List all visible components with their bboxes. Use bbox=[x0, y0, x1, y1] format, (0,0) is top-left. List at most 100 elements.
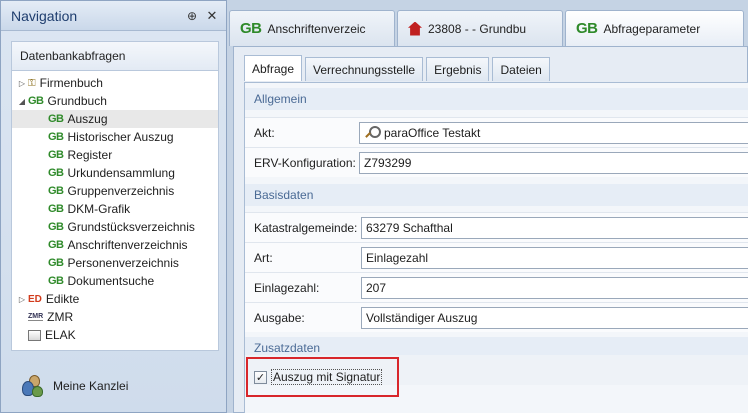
tree-item-firmenbuch[interactable]: ▷ ⚿ Firmenbuch bbox=[12, 74, 218, 92]
navigation-panel: Navigation ⊕ ✕ Datenbankabfragen ▷ ⚿ Fir… bbox=[0, 0, 227, 413]
tree-item-urkundensammlung[interactable]: GB Urkundensammlung bbox=[12, 164, 218, 182]
tree-item-label: Auszug bbox=[67, 112, 108, 126]
tree-item-label: ZMR bbox=[47, 310, 74, 324]
tab-label: Anschriftenverzeic bbox=[267, 21, 366, 36]
tree-item-auszug[interactable]: GB Auszug bbox=[12, 110, 218, 128]
zmr-icon: ZMR bbox=[28, 313, 44, 321]
tree-item-grundstuecksverzeichnis[interactable]: GB Grundstücksverzeichnis bbox=[12, 218, 218, 236]
gb-icon: GB bbox=[48, 203, 64, 215]
erv-value: Z793299 bbox=[364, 155, 412, 170]
tree-item-gruppenverzeichnis[interactable]: GB Gruppenverzeichnis bbox=[12, 182, 218, 200]
tree-item-dokumentsuche[interactable]: GB Dokumentsuche bbox=[12, 272, 218, 290]
gb-icon: GB bbox=[48, 239, 64, 251]
tree-item-zmr[interactable]: ZMR ZMR bbox=[12, 308, 218, 326]
ausgabe-label: Ausgabe: bbox=[254, 310, 305, 325]
ausgabe-field[interactable]: Vollständiger Auszug bbox=[361, 306, 748, 329]
tree-item-label: Personenverzeichnis bbox=[67, 256, 179, 270]
row-erv-konfiguration: ERV-Konfiguration: Z793299 bbox=[245, 147, 748, 177]
section-allgemein: Allgemein bbox=[245, 88, 748, 110]
tree-item-historischer-auszug[interactable]: GB Historischer Auszug bbox=[12, 128, 218, 146]
close-icon[interactable]: ✕ bbox=[206, 9, 218, 22]
tab-label: Abfrageparameter bbox=[603, 21, 701, 36]
tree-item-label: Register bbox=[67, 148, 113, 162]
tree-item-label: Anschriftenverzeichnis bbox=[67, 238, 188, 252]
kg-value: 63279 Schafthal bbox=[366, 220, 453, 235]
tree-item-register[interactable]: GB Register bbox=[12, 146, 218, 164]
nav-section-datenbankabfragen[interactable]: Datenbankabfragen bbox=[11, 41, 219, 71]
nav-tree: ▷ ⚿ Firmenbuch ◢ GB Grundbuch GB Auszug … bbox=[11, 71, 219, 351]
einlagezahl-field[interactable]: 207 bbox=[361, 276, 748, 299]
tab-grundbuch-23808[interactable]: 23808 - - Grundbu bbox=[397, 10, 563, 46]
section-basisdaten: Basisdaten bbox=[245, 184, 748, 206]
tree-item-personenverzeichnis[interactable]: GB Personenverzeichnis bbox=[12, 254, 218, 272]
nav-header: Navigation ⊕ ✕ bbox=[1, 1, 226, 31]
akt-label: Akt: bbox=[254, 125, 275, 140]
edikte-icon: ED bbox=[28, 293, 42, 305]
kg-label: Katastralgemeinde: bbox=[254, 220, 358, 235]
signatur-checkbox[interactable]: ✓ bbox=[254, 370, 267, 384]
main-area: GB Anschriftenverzeic 23808 - - Grundbu … bbox=[229, 0, 748, 413]
nav-title: Navigation bbox=[11, 7, 78, 24]
tree-item-label: Edikte bbox=[45, 292, 80, 306]
keys-icon: ⚿ bbox=[28, 77, 36, 89]
art-field[interactable]: Einlagezahl bbox=[361, 246, 748, 269]
tree-item-label: DKM-Grafik bbox=[67, 202, 131, 216]
tree-item-label: Gruppenverzeichnis bbox=[67, 184, 175, 198]
elak-icon bbox=[28, 329, 41, 341]
row-art: Art: Einlagezahl bbox=[245, 242, 748, 272]
expand-icon[interactable]: ▷ bbox=[16, 295, 28, 304]
meine-kanzlei-button[interactable]: Meine Kanzlei bbox=[21, 375, 128, 397]
tree-item-label: Grundbuch bbox=[47, 94, 107, 108]
tree-item-label: Historischer Auszug bbox=[67, 130, 174, 144]
gb-icon: GB bbox=[240, 20, 262, 37]
collapse-icon[interactable]: ◢ bbox=[16, 97, 28, 106]
tree-item-label: Dokumentsuche bbox=[67, 274, 155, 288]
users-icon bbox=[21, 375, 43, 397]
tree-item-grundbuch[interactable]: ◢ GB Grundbuch bbox=[12, 92, 218, 110]
row-akt: Akt: paraOffice Testakt bbox=[245, 117, 748, 147]
signatur-label[interactable]: Auszug mit Signatur bbox=[271, 369, 383, 385]
tab-anschriftenverzeichnis[interactable]: GB Anschriftenverzeic bbox=[229, 10, 395, 46]
tab-ergebnis[interactable]: Ergebnis bbox=[426, 57, 490, 81]
row-einlagezahl: Einlagezahl: 207 bbox=[245, 272, 748, 302]
search-icon[interactable] bbox=[364, 125, 381, 141]
gb-icon: GB bbox=[48, 185, 64, 197]
gb-icon: GB bbox=[48, 113, 64, 125]
art-label: Art: bbox=[254, 250, 273, 265]
tree-item-elak[interactable]: ELAK bbox=[12, 326, 218, 344]
house-icon bbox=[408, 21, 422, 36]
erv-label: ERV-Konfiguration: bbox=[254, 155, 356, 170]
tab-verrechnungsstelle[interactable]: Verrechnungsstelle bbox=[305, 57, 424, 81]
document-tabs: GB Anschriftenverzeic 23808 - - Grundbu … bbox=[229, 10, 744, 46]
ausgabe-value: Vollständiger Auszug bbox=[366, 310, 478, 325]
tab-dateien[interactable]: Dateien bbox=[492, 57, 550, 81]
tab-abfrage[interactable]: Abfrage bbox=[244, 55, 303, 81]
akt-field[interactable]: paraOffice Testakt bbox=[359, 121, 748, 144]
sub-tabs: Abfrage Verrechnungsstelle Ergebnis Date… bbox=[244, 55, 550, 81]
tree-item-label: Grundstücksverzeichnis bbox=[67, 220, 195, 234]
abfrageparameter-panel: Abfrage Verrechnungsstelle Ergebnis Date… bbox=[233, 46, 748, 413]
row-ausgabe: Ausgabe: Vollständiger Auszug bbox=[245, 302, 748, 332]
tree-item-label: Firmenbuch bbox=[39, 76, 103, 90]
katastralgemeinde-field[interactable]: 63279 Schafthal bbox=[361, 216, 748, 239]
tree-item-edikte[interactable]: ▷ ED Edikte bbox=[12, 290, 218, 308]
akt-value: paraOffice Testakt bbox=[384, 125, 481, 140]
erv-konfiguration-field[interactable]: Z793299 bbox=[359, 151, 748, 174]
gb-icon: GB bbox=[28, 95, 44, 107]
tab-abfrageparameter[interactable]: GB Abfrageparameter bbox=[565, 10, 744, 46]
ez-value: 207 bbox=[366, 280, 387, 295]
row-katastralgemeinde: Katastralgemeinde: 63279 Schafthal bbox=[245, 212, 748, 242]
gb-icon: GB bbox=[48, 275, 64, 287]
art-value: Einlagezahl bbox=[366, 250, 429, 265]
gb-icon: GB bbox=[48, 149, 64, 161]
expand-icon[interactable]: ▷ bbox=[16, 79, 28, 88]
gb-icon: GB bbox=[48, 257, 64, 269]
pin-icon[interactable]: ⊕ bbox=[186, 10, 198, 22]
gb-icon: GB bbox=[48, 167, 64, 179]
tree-item-label: ELAK bbox=[45, 328, 76, 342]
gb-icon: GB bbox=[576, 20, 598, 37]
ez-label: Einlagezahl: bbox=[254, 280, 320, 295]
tree-item-dkm-grafik[interactable]: GB DKM-Grafik bbox=[12, 200, 218, 218]
tree-item-anschriftenverzeichnis[interactable]: GB Anschriftenverzeichnis bbox=[12, 236, 218, 254]
meine-kanzlei-label: Meine Kanzlei bbox=[53, 379, 129, 393]
